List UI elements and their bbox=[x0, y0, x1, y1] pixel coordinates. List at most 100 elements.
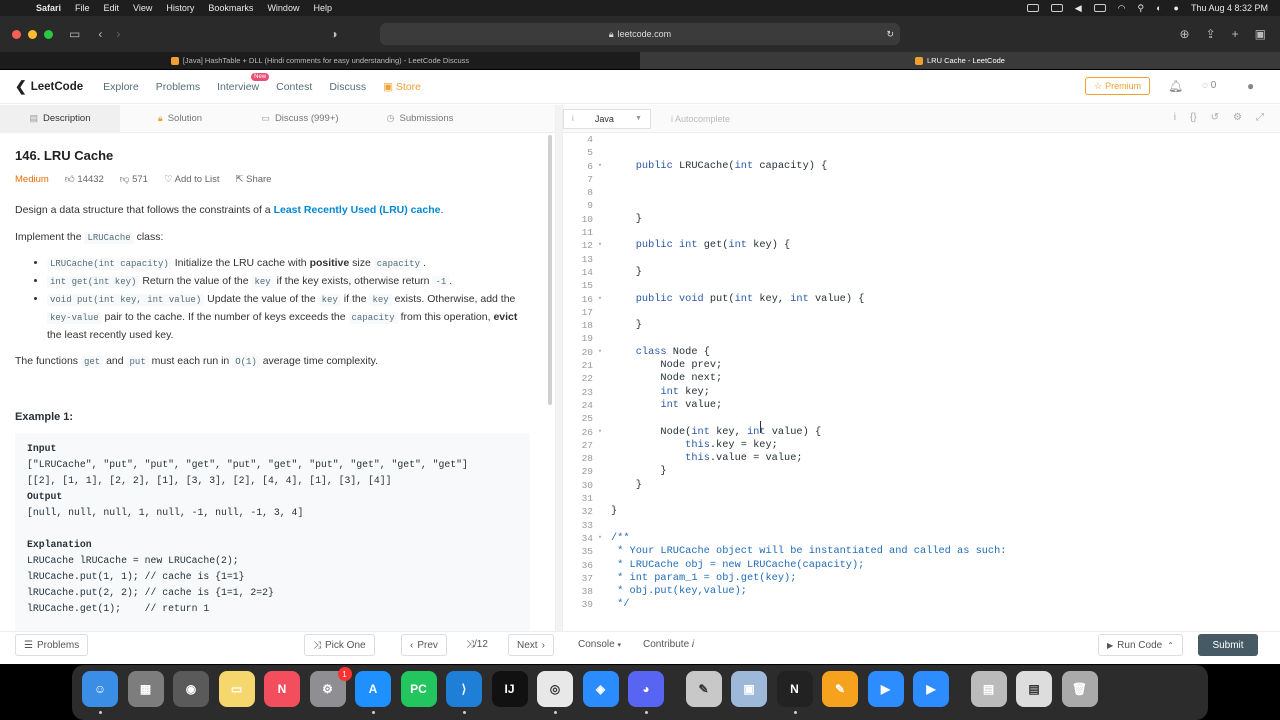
problems-button[interactable]: ☰ Problems bbox=[15, 634, 89, 656]
like-button[interactable]: 👍︎ 14432 bbox=[65, 173, 104, 185]
menu-app-name[interactable]: Safari bbox=[36, 3, 61, 13]
braces-icon[interactable]: {} bbox=[1190, 112, 1197, 123]
menu-bookmarks[interactable]: Bookmarks bbox=[208, 3, 253, 13]
privacy-shield-icon[interactable]: ◑ bbox=[330, 27, 337, 41]
dock-chrome-icon[interactable]: ◎ bbox=[537, 671, 573, 707]
dock-finder-icon[interactable]: ☺ bbox=[82, 671, 118, 707]
problem-page-indicator[interactable]: ⤨/12 bbox=[466, 639, 488, 650]
dislike-button[interactable]: 👎︎ 571 bbox=[120, 173, 148, 185]
tab-solution[interactable]: 🔒︎ Solution bbox=[120, 105, 240, 132]
menubar-clock[interactable]: Thu Aug 4 8:32 PM bbox=[1191, 3, 1268, 13]
dock-trash-icon[interactable]: 🗑︎ bbox=[1061, 671, 1098, 707]
tab-overview-icon[interactable]: ▣ bbox=[1255, 27, 1266, 41]
code-line[interactable]: 21 Node prev; bbox=[563, 359, 1280, 372]
code-line[interactable]: 35 * Your LRUCache object will be instan… bbox=[563, 545, 1280, 558]
language-select[interactable]: i Java ▼ bbox=[563, 108, 651, 129]
nav-discuss[interactable]: Discuss bbox=[329, 81, 366, 93]
dock-documents-icon[interactable]: ▤ bbox=[1016, 671, 1052, 707]
coins-indicator[interactable]: ◌ 0 bbox=[1202, 80, 1216, 91]
code-line[interactable]: 25 bbox=[563, 412, 1280, 425]
dock-vs-code-icon[interactable]: ⟩ bbox=[446, 671, 482, 707]
menu-view[interactable]: View bbox=[133, 3, 152, 13]
code-line[interactable]: 15 bbox=[563, 279, 1280, 292]
premium-button[interactable]: ☆ Premium bbox=[1085, 77, 1151, 95]
forward-icon[interactable]: › bbox=[116, 27, 120, 41]
code-line[interactable]: 36 * LRUCache obj = new LRUCache(capacit… bbox=[563, 559, 1280, 572]
dock-intellij-icon[interactable]: IJ bbox=[491, 671, 528, 707]
dock-launchpad-icon[interactable]: ▦ bbox=[127, 671, 164, 707]
code-line[interactable]: 27 this.key = key; bbox=[563, 439, 1280, 452]
fold-icon[interactable]: ▾ bbox=[593, 532, 607, 545]
user-avatar-icon[interactable]: ● bbox=[1247, 79, 1254, 93]
autocomplete-toggle[interactable]: i Autocomplete bbox=[671, 114, 730, 124]
code-line[interactable]: 18 } bbox=[563, 319, 1280, 332]
code-line[interactable]: 9 bbox=[563, 199, 1280, 212]
code-line[interactable]: 29 } bbox=[563, 465, 1280, 478]
menu-history[interactable]: History bbox=[166, 3, 194, 13]
screen-mirror-icon[interactable] bbox=[1026, 4, 1039, 12]
description-scrollbar[interactable] bbox=[548, 135, 552, 405]
dock-sketch-icon[interactable]: ✎ bbox=[822, 671, 858, 707]
code-line[interactable]: 19 bbox=[563, 332, 1280, 345]
info-icon[interactable]: i bbox=[1174, 112, 1176, 123]
code-line[interactable]: 30 } bbox=[563, 479, 1280, 492]
reset-icon[interactable]: ↺ bbox=[1211, 112, 1219, 123]
close-window-button[interactable] bbox=[12, 29, 21, 39]
run-code-button[interactable]: ▶ Run Code ⌃ bbox=[1098, 634, 1183, 656]
code-line[interactable]: 4 bbox=[563, 133, 1280, 146]
dock-zoom-icon[interactable]: ▶ bbox=[867, 671, 904, 707]
code-line[interactable]: 20 ▾ class Node { bbox=[563, 346, 1280, 359]
code-line[interactable]: 17 bbox=[563, 306, 1280, 319]
code-line[interactable]: 33 bbox=[563, 519, 1280, 532]
siri-icon[interactable]: ● bbox=[1174, 3, 1179, 13]
dock-downloads-icon[interactable]: ▤ bbox=[970, 671, 1007, 707]
keyboard-icon[interactable] bbox=[1050, 4, 1063, 12]
code-line[interactable]: 14 } bbox=[563, 266, 1280, 279]
fold-icon[interactable]: ▾ bbox=[593, 426, 607, 439]
volume-icon[interactable]: ◀ bbox=[1075, 3, 1082, 14]
tab-submissions[interactable]: ◷ Submissions bbox=[360, 105, 480, 132]
fold-icon[interactable]: ▾ bbox=[593, 293, 607, 306]
tab-description[interactable]: ▤ Description bbox=[0, 105, 120, 132]
code-line[interactable]: 24 int value; bbox=[563, 399, 1280, 412]
dock-app-store-icon[interactable]: A bbox=[355, 671, 391, 707]
fold-icon[interactable]: ▾ bbox=[593, 239, 607, 252]
code-line[interactable]: 31 bbox=[563, 492, 1280, 505]
code-line[interactable]: 12 ▾ public int get(int key) { bbox=[563, 239, 1280, 252]
reload-icon[interactable]: ↻ bbox=[886, 29, 894, 40]
downloads-icon[interactable]: ⊕ bbox=[1180, 27, 1190, 41]
code-line[interactable]: 22 Node next; bbox=[563, 372, 1280, 385]
code-line[interactable]: 6 ▾ public LRUCache(int capacity) { bbox=[563, 160, 1280, 173]
new-tab-icon[interactable]: + bbox=[1232, 27, 1239, 41]
dock-script-editor-icon[interactable]: ✎ bbox=[685, 671, 722, 707]
code-line[interactable]: 5 bbox=[563, 146, 1280, 159]
settings-gear-icon[interactable]: ⚙ bbox=[1233, 112, 1242, 123]
fold-icon[interactable]: ▾ bbox=[593, 160, 607, 173]
console-toggle[interactable]: Console ▾ bbox=[578, 639, 621, 650]
wifi-icon[interactable]: ◠ bbox=[1118, 3, 1126, 14]
address-bar[interactable]: 🔒︎ leetcode.com ↻ bbox=[380, 23, 900, 45]
code-line[interactable]: 37 * int param_1 = obj.get(key); bbox=[563, 572, 1280, 585]
nav-interview[interactable]: Interview New bbox=[217, 72, 270, 93]
nav-problems[interactable]: Problems bbox=[156, 81, 200, 93]
nav-store[interactable]: ▣ Store bbox=[383, 81, 421, 93]
fold-icon[interactable]: ▾ bbox=[593, 346, 607, 359]
menu-window[interactable]: Window bbox=[267, 3, 299, 13]
dock-preview-icon[interactable]: ▣ bbox=[731, 671, 767, 707]
code-line[interactable]: 23 int key; bbox=[563, 386, 1280, 399]
code-line[interactable]: 10 } bbox=[563, 213, 1280, 226]
spotlight-search-icon[interactable]: ⚲ bbox=[1137, 3, 1144, 14]
next-button[interactable]: Next › bbox=[508, 634, 554, 656]
dock-zoom-icon[interactable]: ▶ bbox=[913, 671, 949, 707]
add-to-list-button[interactable]: ♡ Add to List bbox=[164, 174, 220, 185]
code-editor[interactable]: 4 5 6 ▾ public LRUCache(int capacity) {7 8 9 1… bbox=[563, 133, 1280, 621]
dock-notion-icon[interactable]: N bbox=[776, 671, 813, 707]
menu-help[interactable]: Help bbox=[313, 3, 332, 13]
code-line[interactable]: 39 */ bbox=[563, 598, 1280, 611]
menu-edit[interactable]: Edit bbox=[104, 3, 120, 13]
control-center-icon[interactable]: ◐ bbox=[1156, 3, 1161, 13]
code-line[interactable]: 7 bbox=[563, 173, 1280, 186]
minimize-window-button[interactable] bbox=[28, 29, 37, 39]
dock-notes-icon[interactable]: ▭ bbox=[218, 671, 255, 707]
dock-news-icon[interactable]: N bbox=[264, 671, 300, 707]
